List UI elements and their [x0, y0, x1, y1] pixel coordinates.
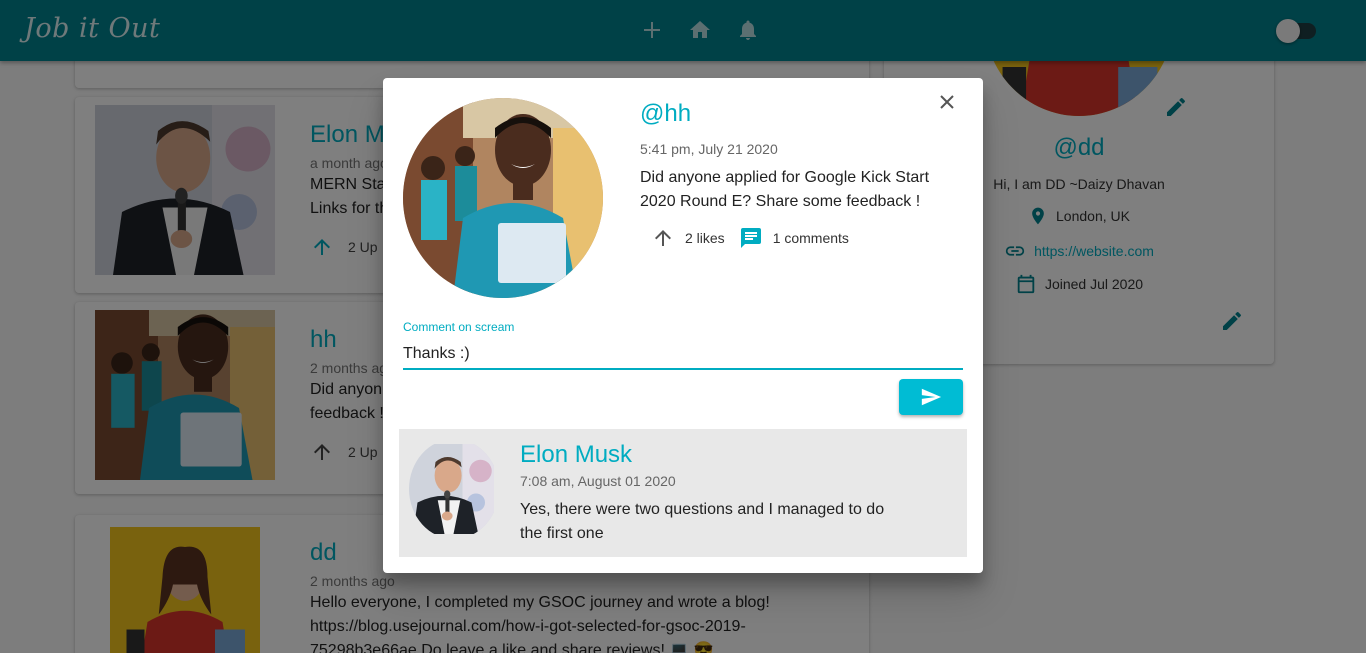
comment-label: Comment on scream: [403, 320, 515, 334]
chat-icon[interactable]: [739, 226, 763, 250]
commenter-avatar: [409, 439, 499, 539]
scream-time: 5:41 pm, July 21 2020: [640, 141, 778, 157]
scream-body: Did anyone applied for Google Kick Start…: [640, 169, 930, 210]
comment-item: Elon Musk 7:08 am, August 01 2020 Yes, t…: [399, 429, 967, 557]
comment-input[interactable]: [403, 340, 963, 368]
comment-field: Comment on scream: [403, 320, 963, 370]
send-button[interactable]: [899, 379, 963, 415]
likes-count: 2 likes: [685, 230, 725, 246]
send-icon: [921, 388, 942, 406]
close-icon[interactable]: [935, 90, 959, 114]
commenter-name[interactable]: Elon Musk: [520, 441, 632, 469]
scream-avatar: [403, 98, 603, 298]
upvote-icon[interactable]: [651, 226, 675, 250]
scream-handle[interactable]: @hh: [640, 100, 691, 128]
scream-dialog: @hh 5:41 pm, July 21 2020 Did anyone app…: [383, 78, 983, 573]
comments-count: 1 comments: [772, 230, 849, 246]
comment-underline: [403, 368, 963, 370]
scream-actions: 2 likes 1 comments: [651, 226, 849, 250]
comment-time: 7:08 am, August 01 2020: [520, 473, 676, 489]
comment-body: Yes, there were two questions and I mana…: [520, 501, 885, 542]
